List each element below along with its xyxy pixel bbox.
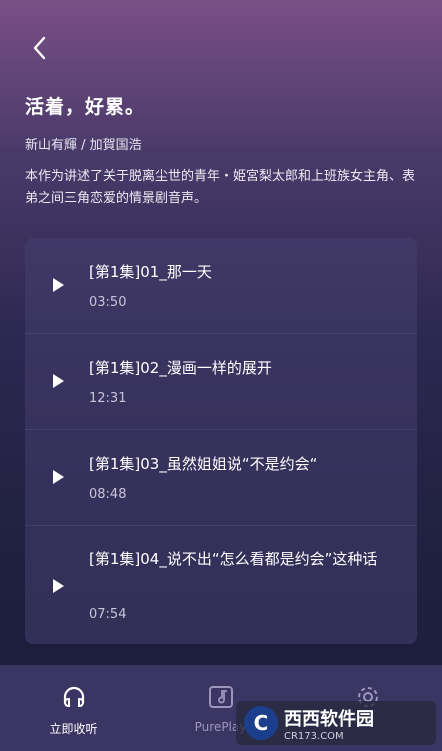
watermark: C 西西软件园 CR173.COM [236, 701, 436, 745]
play-icon[interactable] [53, 470, 64, 484]
watermark-brand: 西西软件园 [284, 708, 374, 730]
episode-duration: 07:54 [89, 607, 127, 622]
episode-title: [第1集]04_说不出“怎么看都是约会”这种话 [89, 550, 378, 568]
album-authors: 新山有輝 / 加賀国浩 [25, 138, 142, 153]
album-description: 本作为讲述了关于脱离尘世的青年・姫宮梨太郎和上班族女主角、表弟之间三角恋爱的情景… [25, 169, 416, 206]
play-icon[interactable] [53, 579, 64, 593]
play-icon[interactable] [53, 278, 64, 292]
music-folder-icon [208, 686, 233, 708]
episode-title: [第1集]02_漫画一样的展开 [89, 359, 272, 377]
tab-listen-now[interactable]: 立即收听 [0, 665, 147, 751]
watermark-url: CR173.COM [284, 730, 344, 742]
episode-duration: 08:48 [89, 487, 127, 502]
watermark-logo-icon: C [244, 706, 278, 740]
episode-row[interactable]: [第1集]03_虽然姐姐说“不是约会“ 08:48 [25, 430, 417, 526]
back-button[interactable] [28, 34, 50, 62]
headphones-icon [63, 686, 84, 708]
episode-title: [第1集]01_那一天 [89, 263, 212, 281]
album-title: 活着，好累。 [25, 96, 146, 118]
episode-row[interactable]: [第1集]04_说不出“怎么看都是约会”这种话 07:54 [25, 526, 417, 644]
episode-list: [第1集]01_那一天 03:50 [第1集]02_漫画一样的展开 12:31 … [25, 238, 417, 644]
episode-row[interactable]: [第1集]02_漫画一样的展开 12:31 [25, 334, 417, 430]
episode-duration: 12:31 [89, 391, 127, 406]
chevron-left-icon [33, 36, 46, 60]
play-icon[interactable] [53, 374, 64, 388]
episode-row[interactable]: [第1集]01_那一天 03:50 [25, 238, 417, 334]
episode-duration: 03:50 [89, 295, 127, 310]
tab-label: 立即收听 [49, 722, 98, 736]
episode-title: [第1集]03_虽然姐姐说“不是约会“ [89, 455, 318, 473]
